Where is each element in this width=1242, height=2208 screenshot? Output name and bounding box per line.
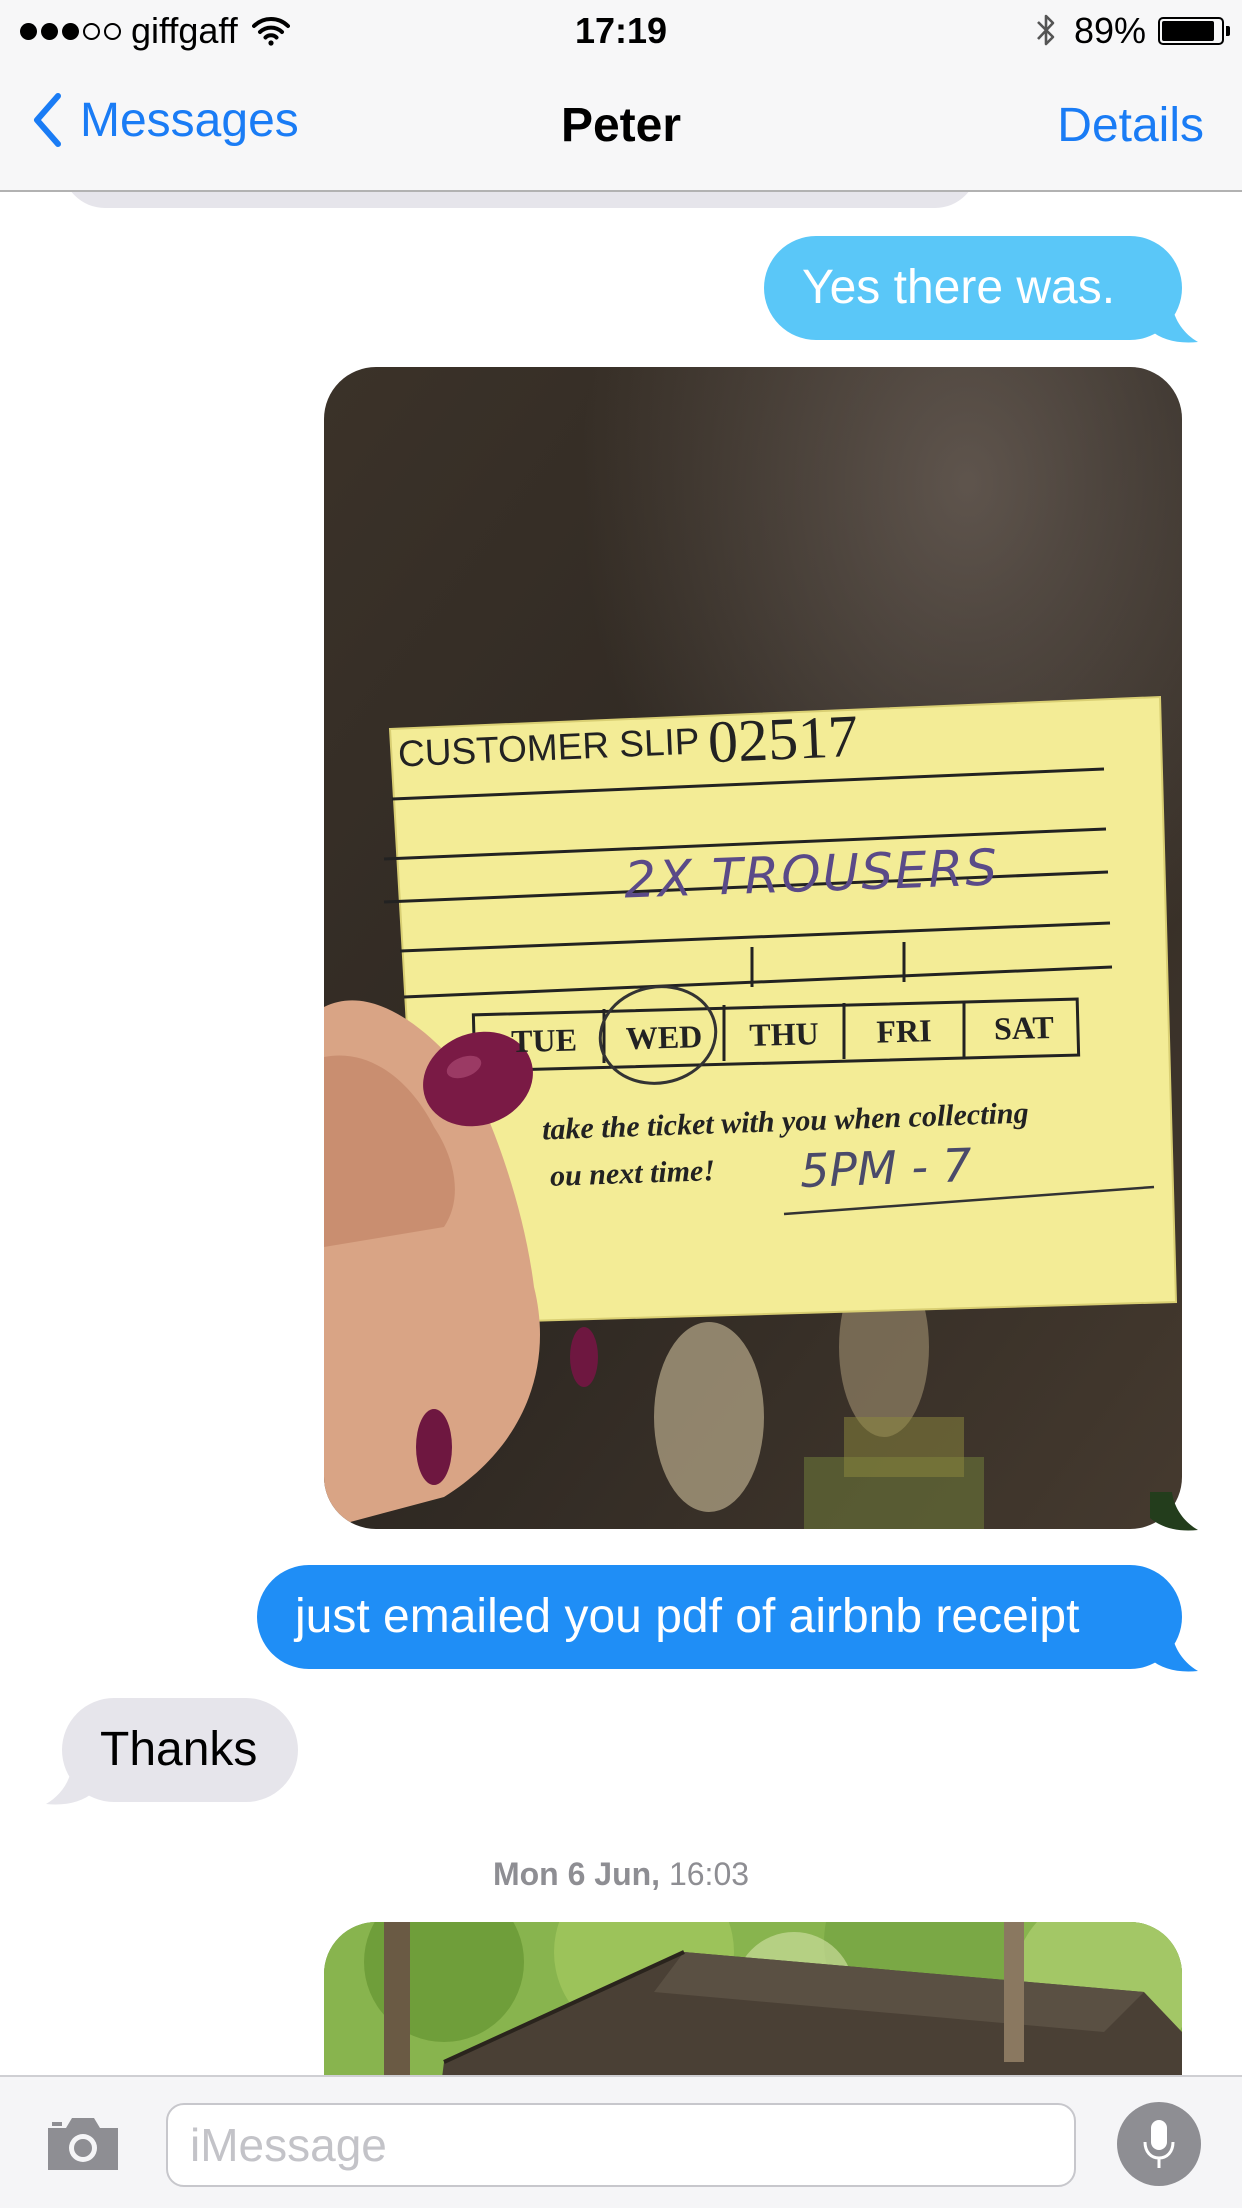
slip-day: TUE [510,1021,578,1060]
message-text: Thanks [100,1723,258,1776]
sent-message-bubble[interactable]: Yes there was. [764,236,1182,340]
tent-photo [324,1922,1182,2075]
battery-icon [1158,17,1230,45]
details-button[interactable]: Details [1057,98,1204,153]
conversation-title: Peter [560,99,682,152]
microphone-icon [1143,2120,1175,2168]
camera-button[interactable] [44,2114,122,2174]
slip-day: THU [748,1015,820,1053]
status-bar: giffgaff 17:19 89% [0,0,1242,62]
slip-day: SAT [993,1008,1055,1047]
bubble-tail [46,1766,94,1805]
slip-number: 02517 [706,702,860,776]
message-text: just emailed you pdf of airbnb receipt [295,1590,1080,1643]
bubble-tail [1150,1633,1198,1672]
received-message-bubble[interactable]: Thanks [62,1698,298,1802]
slip-handwritten-time: 5PM - 7 [799,1138,973,1198]
navigation-bar: Messages Peter Details [0,62,1242,192]
input-bar: iMessage [0,2075,1242,2208]
bluetooth-icon [1036,14,1055,46]
slip-day: FRI [875,1012,932,1050]
battery-percentage: 89% [1073,10,1146,51]
sent-photo-attachment[interactable]: CUSTOMER SLIP 02517 2X TROUSERS TUE WED … [324,367,1182,1529]
microphone-button[interactable] [1117,2102,1201,2186]
customer-slip-photo [324,367,1182,1529]
bubble-tail [1150,1492,1198,1531]
message-list[interactable]: Yes there was. CUSTOMER SLIP 02517 2X TR… [0,192,1242,2075]
previous-message-bubble[interactable] [62,192,978,208]
camera-icon [48,2118,118,2170]
sent-message-bubble[interactable]: just emailed you pdf of airbnb receipt [257,1565,1182,1669]
timestamp-day: Mon 6 Jun, [492,1856,661,1892]
timestamp-time: 16:03 [668,1856,750,1892]
status-right: 89% [1036,10,1230,52]
message-input-placeholder: iMessage [190,2119,387,2171]
slip-day: WED [625,1018,703,1057]
bubble-tail [1150,304,1198,343]
sent-photo-attachment[interactable] [324,1922,1182,2075]
slip-footer-line-2: ou next time! [549,1154,716,1193]
message-text: Yes there was. [802,261,1116,314]
message-input[interactable]: iMessage [166,2103,1076,2187]
conversation-timestamp: Mon 6 Jun, 16:03 [0,1856,1242,1893]
